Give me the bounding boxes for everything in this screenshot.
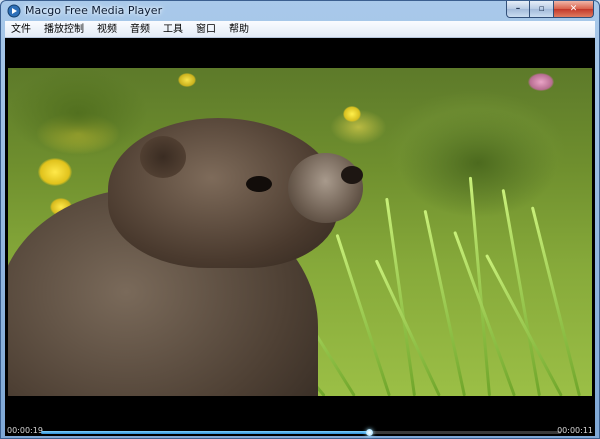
app-window: Macgo Free Media Player – ▫ ✕ 文件 播放控制 视频… bbox=[0, 0, 600, 439]
close-icon: ✕ bbox=[569, 4, 578, 14]
background-foliage bbox=[398, 108, 558, 218]
menu-bar: 文件 播放控制 视频 音频 工具 窗口 帮助 bbox=[5, 21, 595, 38]
grass-blade bbox=[423, 209, 466, 396]
menu-item-tools[interactable]: 工具 bbox=[157, 21, 190, 38]
grass-blade bbox=[530, 206, 581, 396]
menu-item-video[interactable]: 视频 bbox=[91, 21, 124, 38]
menu-item-playback[interactable]: 播放控制 bbox=[38, 21, 91, 38]
background-foliage bbox=[8, 68, 148, 158]
current-time: 00:00:19 bbox=[7, 426, 43, 435]
window-title: Macgo Free Media Player bbox=[25, 4, 163, 17]
marmot-snout bbox=[288, 153, 363, 223]
grass-blade bbox=[385, 197, 416, 396]
background-flower bbox=[528, 73, 554, 91]
seek-thumb[interactable] bbox=[365, 429, 373, 436]
playback-controls: 00:00:19 00:00:11 bbox=[5, 421, 595, 436]
seek-bar[interactable] bbox=[41, 429, 561, 436]
grass-blade bbox=[335, 233, 391, 396]
total-time: 00:00:11 bbox=[557, 426, 593, 435]
minimize-button[interactable]: – bbox=[506, 1, 530, 18]
menu-item-audio[interactable]: 音频 bbox=[124, 21, 157, 38]
maximize-icon: ▫ bbox=[538, 4, 545, 14]
marmot-ear bbox=[140, 136, 186, 178]
menu-item-window[interactable]: 窗口 bbox=[190, 21, 223, 38]
marmot-eye bbox=[246, 176, 272, 192]
player-area: 00:00:19 00:00:11 bbox=[5, 38, 595, 436]
seek-progress-fill bbox=[41, 431, 369, 434]
background-flower bbox=[38, 158, 72, 186]
media-player-app-icon bbox=[7, 4, 21, 18]
minimize-icon: – bbox=[515, 4, 521, 14]
marmot-nose bbox=[341, 166, 363, 184]
menu-item-help[interactable]: 帮助 bbox=[223, 21, 256, 38]
background-flower bbox=[178, 73, 196, 87]
title-bar[interactable]: Macgo Free Media Player – ▫ ✕ bbox=[1, 1, 599, 21]
menu-item-file[interactable]: 文件 bbox=[5, 21, 38, 38]
maximize-button[interactable]: ▫ bbox=[530, 1, 554, 18]
video-frame[interactable] bbox=[8, 68, 592, 396]
background-flower bbox=[343, 106, 361, 122]
caption-buttons: – ▫ ✕ bbox=[506, 1, 594, 18]
close-button[interactable]: ✕ bbox=[554, 1, 594, 18]
